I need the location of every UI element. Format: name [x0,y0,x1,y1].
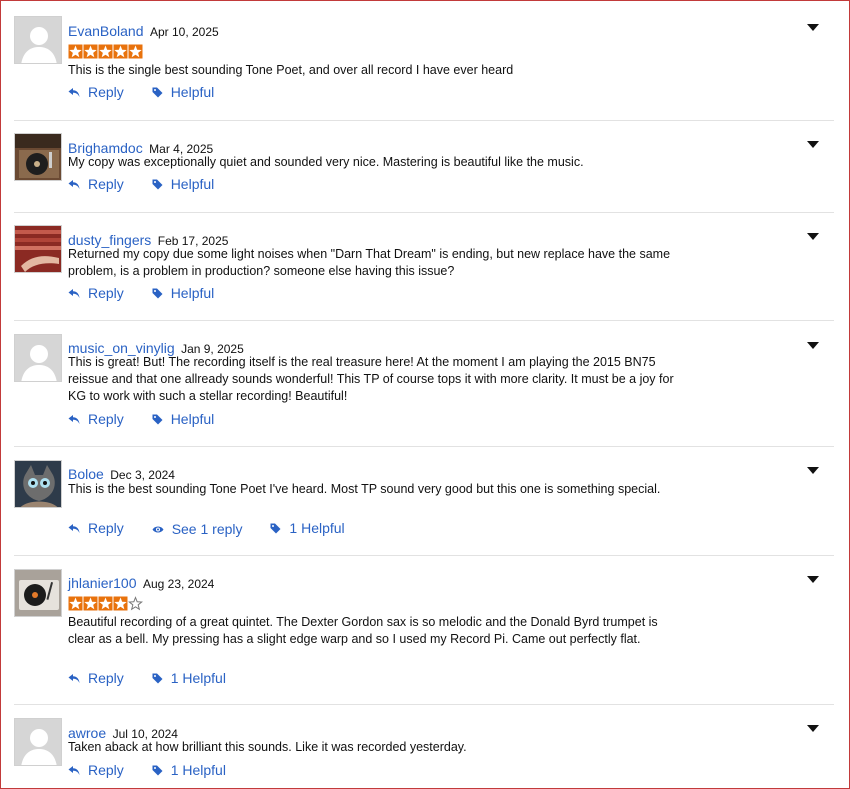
helpful-button[interactable]: Helpful [152,284,215,302]
chevron-down-icon[interactable] [806,466,820,476]
review-item: Boloe Dec 3, 2024 This is the best sound… [14,460,834,545]
tag-icon [270,523,281,533]
reply-button[interactable]: Reply [68,83,124,101]
reply-label: Reply [88,520,124,536]
reviewer-name[interactable]: EvanBoland [68,23,144,39]
see-replies-label: See 1 reply [171,521,243,537]
reply-label: Reply [88,670,124,686]
chevron-down-icon[interactable] [806,232,820,242]
chevron-down-icon[interactable] [806,140,820,150]
helpful-label: 1 Helpful [170,762,226,778]
review-date: Aug 23, 2024 [142,577,215,591]
review-item: dusty_fingers Feb 17, 2025 Returned my c… [14,225,834,310]
reply-label: Reply [88,285,124,301]
tag-icon [152,288,163,298]
review-divider [14,212,834,213]
record-crate-photo[interactable] [14,225,62,273]
review-item: Brighamdoc Mar 4, 2025 My copy was excep… [14,133,834,203]
star-rating [68,596,143,611]
review-text: This is great! But! The recording itself… [68,355,674,403]
default-avatar-icon[interactable] [14,334,62,382]
star-rating [68,44,143,59]
review-text: Beautiful recording of a great quintet. … [68,615,658,646]
review-text: This is the best sounding Tone Poet I've… [68,482,661,496]
turntable-photo[interactable] [14,133,62,181]
reply-arrow-icon [68,523,80,533]
review-divider [14,320,834,321]
reply-button[interactable]: Reply [68,669,124,687]
helpful-button[interactable]: 1 Helpful [152,761,226,779]
helpful-button[interactable]: 1 Helpful [270,519,345,537]
review-item: jhlanier100 Aug 23, 2024 Beautiful recor… [14,569,834,694]
helpful-button[interactable]: Helpful [152,83,215,101]
helpful-button[interactable]: 1 Helpful [152,669,226,687]
reviewer-name[interactable]: Boloe [68,466,104,482]
reply-arrow-icon [68,87,80,97]
review-text: Returned my copy due some light noises w… [68,247,671,278]
tag-icon [152,414,163,424]
helpful-label: 1 Helpful [289,520,345,536]
review-divider [14,446,834,447]
review-divider [14,555,834,556]
review-item: awroe Jul 10, 2024 Taken aback at how br… [14,718,834,786]
helpful-label: Helpful [170,285,215,301]
helpful-label: Helpful [170,84,215,100]
reply-label: Reply [88,411,124,427]
review-item: EvanBoland Apr 10, 2025 This is the sing… [14,16,834,106]
review-date: Dec 3, 2024 [110,468,175,482]
reply-label: Reply [88,84,124,100]
reply-button[interactable]: Reply [68,410,124,428]
reviewer-name[interactable]: jhlanier100 [68,575,137,591]
review-text: Taken aback at how brilliant this sounds… [68,740,467,754]
helpful-button[interactable]: Helpful [152,175,215,193]
chevron-down-icon[interactable] [806,341,820,351]
review-text: My copy was exceptionally quiet and soun… [68,155,584,169]
star-empty-icon [128,596,143,611]
reply-arrow-icon [68,765,80,775]
default-avatar-icon[interactable] [14,718,62,766]
reviews-panel: EvanBoland Apr 10, 2025 This is the sing… [0,0,850,789]
chevron-down-icon[interactable] [806,575,820,585]
helpful-label: 1 Helpful [170,670,226,686]
reply-arrow-icon [68,414,80,424]
reply-arrow-icon [68,179,80,189]
reply-button[interactable]: Reply [68,175,124,193]
reply-label: Reply [88,176,124,192]
reply-button[interactable]: Reply [68,761,124,779]
reply-button[interactable]: Reply [68,519,124,537]
reply-label: Reply [88,762,124,778]
reply-arrow-icon [68,288,80,298]
helpful-label: Helpful [170,176,215,192]
review-date: Apr 10, 2025 [149,25,219,39]
reply-button[interactable]: Reply [68,284,124,302]
review-item: music_on_vinylig Jan 9, 2025 This is gre… [14,334,834,434]
helpful-button[interactable]: Helpful [152,410,215,428]
review-divider [14,120,834,121]
chevron-down-icon[interactable] [806,724,820,734]
helpful-label: Helpful [170,411,215,427]
cat-photo[interactable] [14,460,62,508]
eye-icon [152,526,164,532]
review-text: This is the single best sounding Tone Po… [68,63,514,77]
tag-icon [152,765,163,775]
review-divider [14,704,834,705]
chevron-down-icon[interactable] [806,23,820,33]
reply-arrow-icon [68,673,80,683]
tag-icon [152,179,163,189]
tag-icon [152,87,163,97]
see-replies-button[interactable]: See 1 reply [152,520,243,538]
record-player-photo[interactable] [14,569,62,617]
tag-icon [152,673,163,683]
default-avatar-icon[interactable] [14,16,62,64]
